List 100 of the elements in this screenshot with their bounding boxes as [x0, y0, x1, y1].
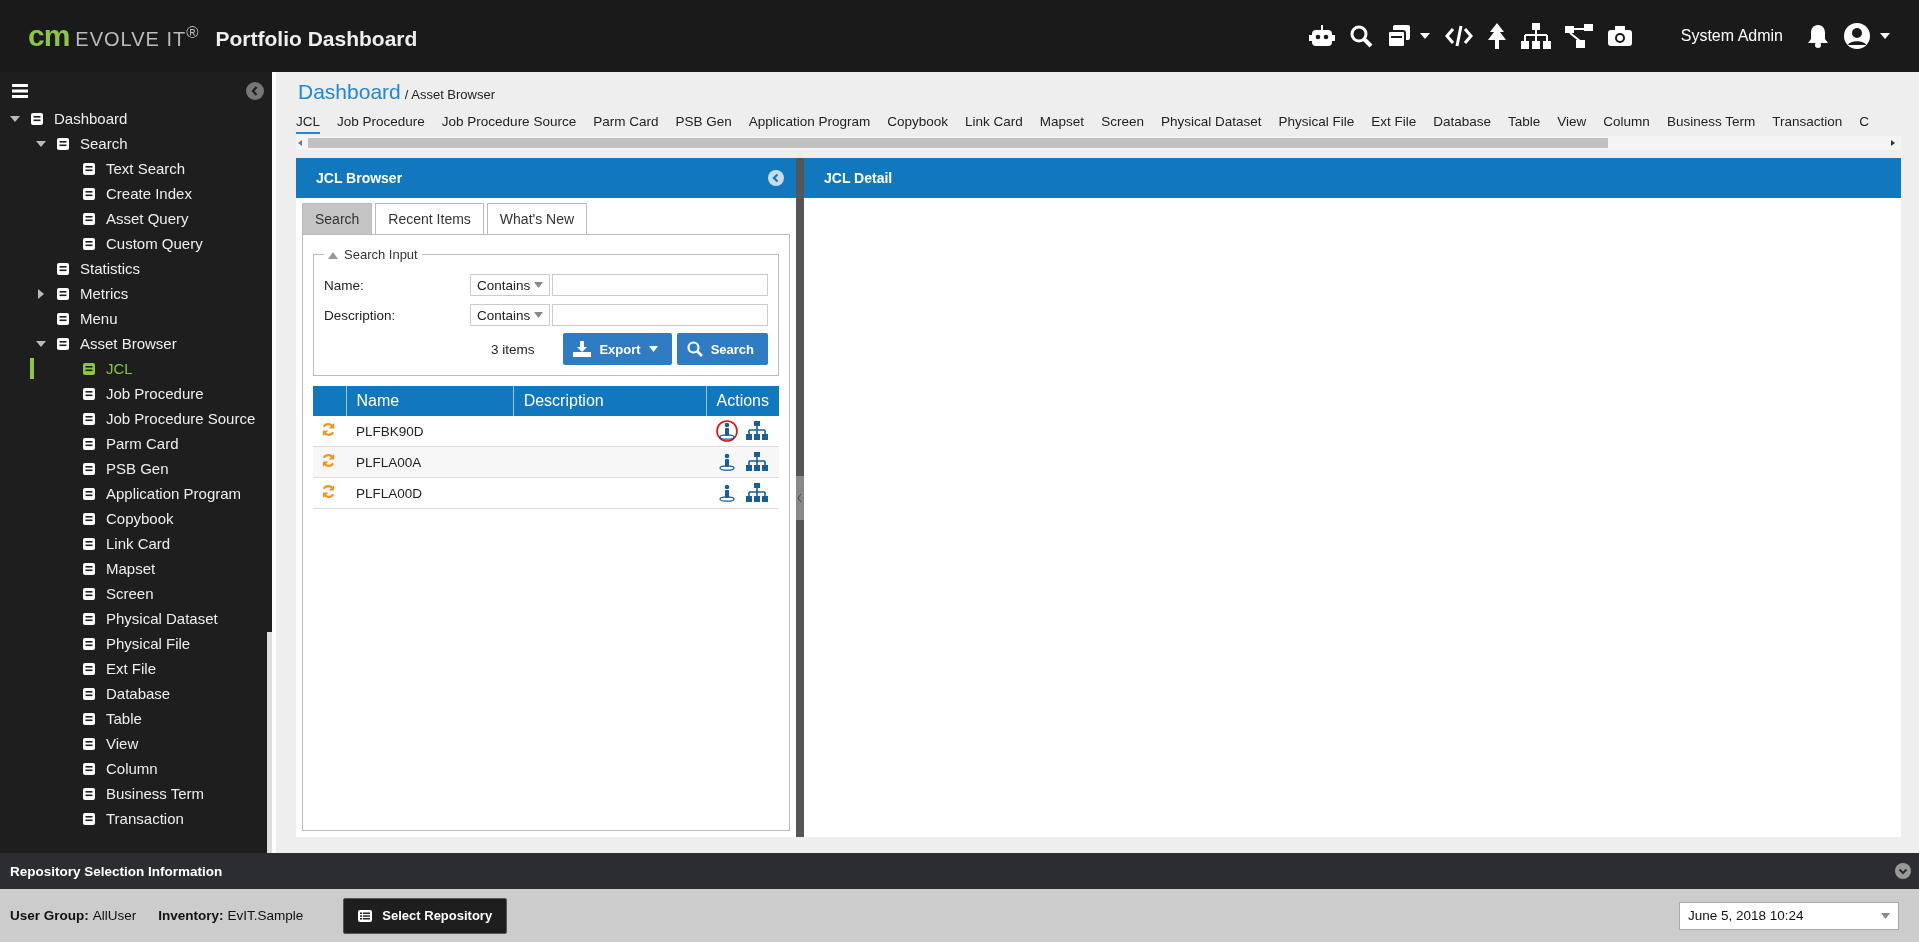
panel-tab[interactable]: Recent Items [375, 203, 484, 234]
asset-tab[interactable]: Database [1433, 114, 1492, 134]
sidebar-item[interactable]: Menu [0, 306, 264, 331]
breadcrumb-text: / Asset Browser [404, 87, 496, 102]
scroll-left-icon[interactable] [296, 139, 304, 147]
sidebar-item[interactable]: PSB Gen [0, 456, 264, 481]
sidebar-item[interactable]: Create Index [0, 181, 264, 206]
item-icon [82, 586, 96, 601]
sidebar-item[interactable]: Copybook [0, 506, 264, 531]
sidebar-item[interactable]: Text Search [0, 156, 264, 181]
menu-icon[interactable] [12, 84, 28, 98]
splitter-handle-icon[interactable] [796, 475, 804, 520]
asset-tab[interactable]: Copybook [887, 114, 949, 134]
column-header[interactable]: Actions [706, 386, 779, 416]
sidebar-item[interactable]: Link Card [0, 531, 264, 556]
asset-tab[interactable]: Table [1508, 114, 1541, 134]
input-field[interactable] [552, 304, 768, 326]
sidebar-item[interactable]: Job Procedure Source [0, 406, 264, 431]
caret-icon[interactable] [1879, 32, 1891, 40]
sidebar-item[interactable]: Mapset [0, 556, 264, 581]
asset-tab[interactable]: PSB Gen [675, 114, 732, 134]
sidebar-item[interactable]: Table [0, 706, 264, 731]
asset-tab[interactable]: Business Term [1666, 114, 1756, 134]
panel-tab[interactable]: What's New [486, 203, 588, 234]
robot-icon[interactable] [1308, 24, 1335, 48]
scroll-right-icon[interactable] [1889, 139, 1897, 147]
caret-down-icon[interactable] [10, 113, 20, 124]
hierarchy-icon[interactable] [746, 452, 769, 472]
network-icon[interactable] [1564, 24, 1593, 48]
asset-tab[interactable]: Physical Dataset [1160, 114, 1262, 134]
item-icon [82, 736, 96, 751]
export-button[interactable]: Export [563, 333, 672, 365]
tree-icon[interactable] [1486, 23, 1507, 49]
caret-right-icon[interactable] [36, 288, 46, 299]
person-icon[interactable] [716, 420, 739, 442]
asset-tab[interactable]: JCL [296, 114, 320, 134]
sidebar-item[interactable]: Metrics [0, 281, 264, 306]
asset-tab[interactable]: Application Program [748, 114, 871, 134]
caret-down-icon[interactable] [36, 338, 46, 349]
collapse-icon[interactable] [246, 82, 264, 100]
asset-tab[interactable]: Mapset [1039, 114, 1085, 134]
user-name[interactable]: System Admin [1680, 27, 1783, 45]
table-row[interactable]: PLFLA00D [313, 477, 779, 509]
column-header[interactable]: Name [346, 386, 514, 416]
sidebar-item[interactable]: Application Program [0, 481, 264, 506]
asset-tab[interactable]: Ext File [1371, 114, 1417, 134]
chevron-down-icon[interactable] [1895, 863, 1911, 879]
sidebar-item[interactable]: Physical Dataset [0, 606, 264, 631]
select-repository-button[interactable]: Select Repository [343, 897, 508, 934]
sidebar-item[interactable]: Custom Query [0, 231, 264, 256]
sidebar-item[interactable]: JCL [0, 356, 264, 381]
sidebar-item[interactable]: View [0, 731, 264, 756]
sidebar-item[interactable]: Screen [0, 581, 264, 606]
sitemap-icon[interactable] [1520, 23, 1551, 49]
caret-icon[interactable] [1418, 32, 1431, 40]
search-button[interactable]: Search [676, 333, 768, 365]
sidebar-item[interactable]: Statistics [0, 256, 264, 281]
asset-tab[interactable]: Column [1603, 114, 1650, 134]
column-header[interactable]: Description [513, 386, 707, 416]
operator-dropdown[interactable]: Contains [470, 304, 550, 326]
camera-icon[interactable] [1606, 25, 1633, 47]
sidebar-item[interactable]: Asset Query [0, 206, 264, 231]
asset-tab[interactable]: Link Card [965, 114, 1023, 134]
sidebar-item[interactable]: Search [0, 131, 264, 156]
sidebar-item[interactable]: Dashboard [0, 106, 264, 131]
bell-icon[interactable] [1807, 24, 1829, 48]
asset-tab[interactable]: Physical File [1278, 114, 1355, 134]
input-field[interactable] [552, 274, 768, 296]
sidebar-item[interactable]: Transaction [0, 806, 264, 831]
collapse-triangle-icon[interactable] [328, 250, 338, 259]
operator-dropdown[interactable]: Contains [470, 274, 550, 296]
sidebar-item[interactable]: Database [0, 681, 264, 706]
date-dropdown[interactable]: June 5, 2018 10:24 [1679, 901, 1899, 930]
sidebar-item[interactable]: Asset Browser [0, 331, 264, 356]
sidebar-item[interactable]: Column [0, 756, 264, 781]
table-row[interactable]: PLFBK90D [313, 416, 779, 447]
sidebar-item[interactable]: Physical File [0, 631, 264, 656]
hierarchy-icon[interactable] [746, 421, 769, 441]
sidebar-item[interactable]: Business Term [0, 781, 264, 806]
horizontal-scrollbar[interactable] [296, 136, 1901, 150]
sidebar-item[interactable]: Parm Card [0, 431, 264, 456]
asset-tab[interactable]: C [1859, 114, 1869, 134]
windows-icon[interactable] [1386, 24, 1411, 48]
asset-tab[interactable]: Screen [1101, 114, 1144, 134]
asset-tab[interactable]: Transaction [1772, 114, 1843, 134]
code-icon[interactable] [1444, 25, 1473, 47]
panel-tab[interactable]: Search [302, 203, 373, 234]
caret-down-icon[interactable] [36, 138, 46, 149]
asset-tab[interactable]: Job Procedure [337, 114, 425, 134]
asset-tab[interactable]: Parm Card [593, 114, 659, 134]
hierarchy-icon[interactable] [746, 483, 769, 503]
vertical-scrollbar[interactable] [267, 632, 272, 853]
sidebar-item[interactable]: Job Procedure [0, 381, 264, 406]
asset-tab[interactable]: Job Procedure Source [441, 114, 577, 134]
asset-tab[interactable]: View [1557, 114, 1587, 134]
sidebar-item[interactable]: Ext File [0, 656, 264, 681]
collapse-icon[interactable] [768, 170, 784, 186]
table-row[interactable]: PLFLA00A [313, 446, 779, 478]
search-icon[interactable] [1348, 24, 1373, 48]
user-avatar-icon[interactable] [1843, 22, 1871, 50]
